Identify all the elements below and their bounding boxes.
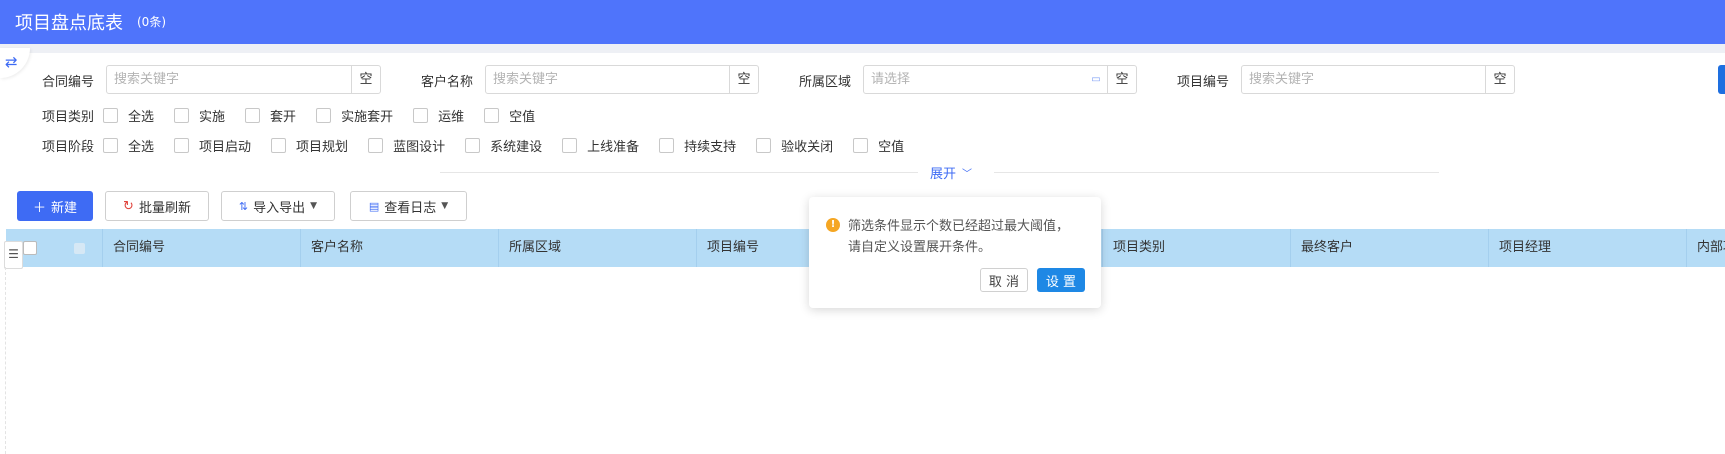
category-option-impl-suite[interactable]: 实施套开 bbox=[341, 106, 393, 125]
warning-icon: ! bbox=[826, 218, 840, 232]
customer-input[interactable]: 搜索关键字 bbox=[486, 66, 729, 93]
column-header-contract-no[interactable]: 合同编号 bbox=[102, 229, 300, 267]
stage-checkbox-start[interactable] bbox=[174, 137, 190, 153]
category-filter: 项目类别 全选 实施 套开 实施套开 运维 空值 bbox=[42, 105, 555, 125]
record-count: (0条) bbox=[137, 15, 166, 29]
stage-option-golive[interactable]: 上线准备 bbox=[587, 136, 639, 155]
stage-option-all[interactable]: 全选 bbox=[128, 136, 154, 155]
category-option-null[interactable]: 空值 bbox=[509, 106, 535, 125]
expand-toggle[interactable]: 展开 ﹀ bbox=[930, 163, 972, 182]
stage-checkbox-blueprint[interactable] bbox=[368, 137, 384, 153]
column-header-manager[interactable]: 项目经理 bbox=[1488, 229, 1686, 267]
customer-field[interactable]: 搜索关键字 空 bbox=[485, 65, 759, 94]
contract-no-input[interactable]: 搜索关键字 bbox=[107, 66, 351, 93]
new-button-label: 新建 bbox=[51, 200, 78, 216]
region-empty-button[interactable]: 空 bbox=[1107, 66, 1136, 93]
category-option-impl[interactable]: 实施 bbox=[199, 106, 225, 125]
popover-message-line1: 筛选条件显示个数已经超过最大阈值， bbox=[848, 219, 1070, 234]
stage-label: 项目阶段 bbox=[42, 139, 95, 155]
stage-checkbox-all[interactable] bbox=[103, 137, 119, 153]
caret-down-icon: ▼ bbox=[441, 201, 449, 211]
popover-message-line2: 请自定义设置展开条件。 bbox=[848, 240, 992, 255]
row-index-icon bbox=[74, 243, 85, 254]
view-log-label: 查看日志 bbox=[384, 200, 437, 216]
stage-checkbox-golive[interactable] bbox=[562, 137, 578, 153]
stage-checkbox-null[interactable] bbox=[853, 137, 869, 153]
caret-down-icon: ▼ bbox=[310, 201, 318, 211]
expand-divider-left bbox=[440, 172, 918, 173]
search-button-edge[interactable] bbox=[1718, 65, 1725, 94]
category-checkbox-suite[interactable] bbox=[245, 107, 261, 123]
import-export-label: 导入导出 bbox=[253, 200, 306, 216]
stage-option-plan[interactable]: 项目规划 bbox=[296, 136, 348, 155]
stage-option-null[interactable]: 空值 bbox=[878, 136, 904, 155]
stage-option-blueprint[interactable]: 蓝图设计 bbox=[393, 136, 445, 155]
column-header-customer[interactable]: 客户名称 bbox=[300, 229, 498, 267]
project-no-input[interactable]: 搜索关键字 bbox=[1242, 66, 1485, 93]
category-checkbox-all[interactable] bbox=[103, 107, 119, 123]
category-checkbox-impl-suite[interactable] bbox=[316, 107, 332, 123]
column-header-region[interactable]: 所属区域 bbox=[498, 229, 696, 267]
region-label: 所属区域 bbox=[799, 75, 852, 90]
contract-no-field[interactable]: 搜索关键字 空 bbox=[106, 65, 381, 94]
category-checkbox-null[interactable] bbox=[484, 107, 500, 123]
stage-checkbox-close[interactable] bbox=[756, 137, 772, 153]
category-checkbox-ops[interactable] bbox=[413, 107, 429, 123]
region-field[interactable]: 请选择 ▭ 空 bbox=[863, 65, 1137, 94]
new-button[interactable]: ＋ 新建 bbox=[17, 191, 93, 221]
stage-option-build[interactable]: 系统建设 bbox=[490, 136, 542, 155]
page-header: 项目盘点底表 (0条) bbox=[0, 0, 1725, 44]
stage-option-close[interactable]: 验收关闭 bbox=[781, 136, 833, 155]
batch-refresh-label: 批量刷新 bbox=[138, 200, 191, 216]
page-title: 项目盘点底表 bbox=[15, 13, 123, 34]
swap-icon[interactable]: ⇄ bbox=[0, 48, 30, 78]
view-log-button[interactable]: ▤ 查看日志 ▼ bbox=[350, 191, 467, 221]
column-header-end-customer[interactable]: 最终客户 bbox=[1290, 229, 1488, 267]
filter-limit-popover: ! 筛选条件显示个数已经超过最大阈值， 请自定义设置展开条件。 取 消 设 置 bbox=[809, 197, 1101, 308]
customer-empty-button[interactable]: 空 bbox=[729, 66, 758, 93]
contract-no-label: 合同编号 bbox=[42, 75, 95, 90]
category-label: 项目类别 bbox=[42, 109, 95, 125]
batch-refresh-button[interactable]: ↻ 批量刷新 bbox=[105, 191, 209, 221]
popover-cancel-button[interactable]: 取 消 bbox=[980, 268, 1028, 292]
header-gap bbox=[0, 44, 1725, 53]
stage-option-start[interactable]: 项目启动 bbox=[199, 136, 251, 155]
contract-no-empty-button[interactable]: 空 bbox=[351, 66, 380, 93]
project-no-empty-button[interactable]: 空 bbox=[1485, 66, 1514, 93]
chevron-down-icon: ﹀ bbox=[962, 169, 973, 180]
category-option-all[interactable]: 全选 bbox=[128, 106, 154, 125]
select-all-checkbox[interactable] bbox=[23, 241, 37, 255]
table-left-border bbox=[0, 267, 6, 454]
category-option-suite[interactable]: 套开 bbox=[270, 106, 296, 125]
stage-checkbox-plan[interactable] bbox=[271, 137, 287, 153]
stage-option-support[interactable]: 持续支持 bbox=[684, 136, 736, 155]
calendar-icon[interactable]: ▭ bbox=[1085, 66, 1107, 93]
stage-checkbox-support[interactable] bbox=[659, 137, 675, 153]
column-header-category[interactable]: 项目类别 bbox=[1102, 229, 1300, 267]
expand-label[interactable]: 展开 bbox=[930, 163, 956, 182]
stage-filter: 项目阶段 全选 项目启动 项目规划 蓝图设计 系统建设 上线准备 持续支持 验收… bbox=[42, 135, 924, 155]
stage-checkbox-build[interactable] bbox=[465, 137, 481, 153]
expand-divider-right bbox=[994, 172, 1439, 173]
plus-icon: ＋ bbox=[32, 200, 46, 216]
import-export-icon: ⇅ bbox=[238, 199, 249, 213]
column-settings-icon[interactable]: ☰ bbox=[4, 241, 23, 269]
project-no-label: 项目编号 bbox=[1177, 75, 1230, 90]
import-export-button[interactable]: ⇅ 导入导出 ▼ bbox=[221, 191, 335, 221]
refresh-icon: ↻ bbox=[123, 198, 134, 214]
category-option-ops[interactable]: 运维 bbox=[438, 106, 464, 125]
log-icon: ▤ bbox=[368, 199, 380, 213]
column-header-internal[interactable]: 内部项 bbox=[1686, 229, 1725, 267]
project-no-field[interactable]: 搜索关键字 空 bbox=[1241, 65, 1515, 94]
region-select[interactable]: 请选择 bbox=[864, 66, 1085, 93]
popover-settings-button[interactable]: 设 置 bbox=[1037, 268, 1085, 292]
customer-label: 客户名称 bbox=[421, 75, 474, 90]
category-checkbox-impl[interactable] bbox=[174, 107, 190, 123]
